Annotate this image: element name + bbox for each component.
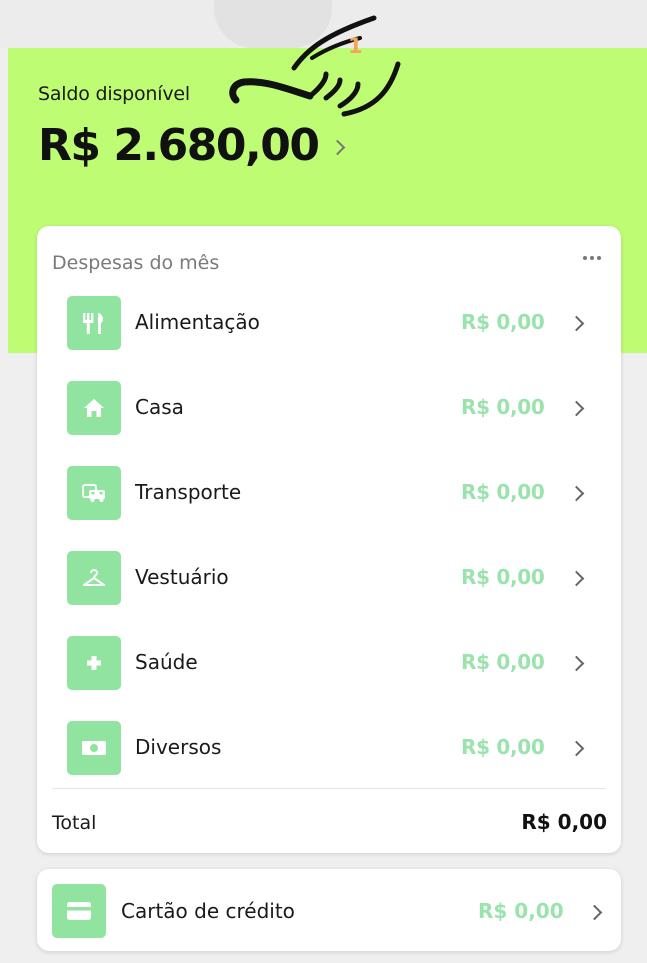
credit-card-amount: R$ 0,00 xyxy=(478,899,564,923)
expenses-title: Despesas do mês xyxy=(52,252,220,274)
balance-label: Saldo disponível xyxy=(38,83,190,105)
expense-row-saude[interactable]: Saúde R$ 0,00 xyxy=(37,624,621,704)
car-icon xyxy=(67,466,121,520)
total-label: Total xyxy=(52,812,97,834)
expense-amount: R$ 0,00 xyxy=(461,565,545,589)
step-badge: 1 xyxy=(348,34,363,58)
divider xyxy=(52,788,606,789)
more-options-icon[interactable] xyxy=(583,256,601,260)
chevron-right-icon xyxy=(568,655,585,672)
credit-card-icon xyxy=(52,884,106,938)
expense-row-diversos[interactable]: Diversos R$ 0,00 xyxy=(37,709,621,789)
expense-amount: R$ 0,00 xyxy=(461,650,545,674)
chevron-right-icon xyxy=(568,315,585,332)
expense-label: Transporte xyxy=(135,480,242,504)
total-value: R$ 0,00 xyxy=(521,810,607,834)
expense-row-casa[interactable]: Casa R$ 0,00 xyxy=(37,369,621,449)
expense-row-vestuario[interactable]: Vestuário R$ 0,00 xyxy=(37,539,621,619)
chevron-right-icon xyxy=(568,485,585,502)
health-cross-icon xyxy=(67,636,121,690)
expense-amount: R$ 0,00 xyxy=(461,480,545,504)
chevron-right-icon xyxy=(586,904,603,921)
credit-card-label: Cartão de crédito xyxy=(121,899,295,923)
expense-row-transporte[interactable]: Transporte R$ 0,00 xyxy=(37,454,621,534)
expense-label: Saúde xyxy=(135,650,198,674)
tap-hand-icon xyxy=(229,15,401,117)
expense-label: Vestuário xyxy=(135,565,229,589)
house-icon xyxy=(67,381,121,435)
fork-knife-icon xyxy=(67,296,121,350)
expense-amount: R$ 0,00 xyxy=(461,735,545,759)
chevron-right-icon xyxy=(330,139,346,156)
expenses-card: Despesas do mês Alimentação R$ 0,00 Casa… xyxy=(37,226,621,853)
money-icon xyxy=(67,721,121,775)
expense-row-alimentacao[interactable]: Alimentação R$ 0,00 xyxy=(37,284,621,364)
balance-value: R$ 2.680,00 xyxy=(38,120,320,171)
expense-label: Alimentação xyxy=(135,310,260,334)
hanger-icon xyxy=(67,551,121,605)
credit-card-row[interactable]: Cartão de crédito R$ 0,00 xyxy=(37,869,621,951)
chevron-right-icon xyxy=(568,740,585,757)
expense-amount: R$ 0,00 xyxy=(461,395,545,419)
expense-amount: R$ 0,00 xyxy=(461,310,545,334)
expense-label: Casa xyxy=(135,395,184,419)
balance-link[interactable]: R$ 2.680,00 xyxy=(38,120,346,171)
chevron-right-icon xyxy=(568,400,585,417)
chevron-right-icon xyxy=(568,570,585,587)
expense-label: Diversos xyxy=(135,735,222,759)
